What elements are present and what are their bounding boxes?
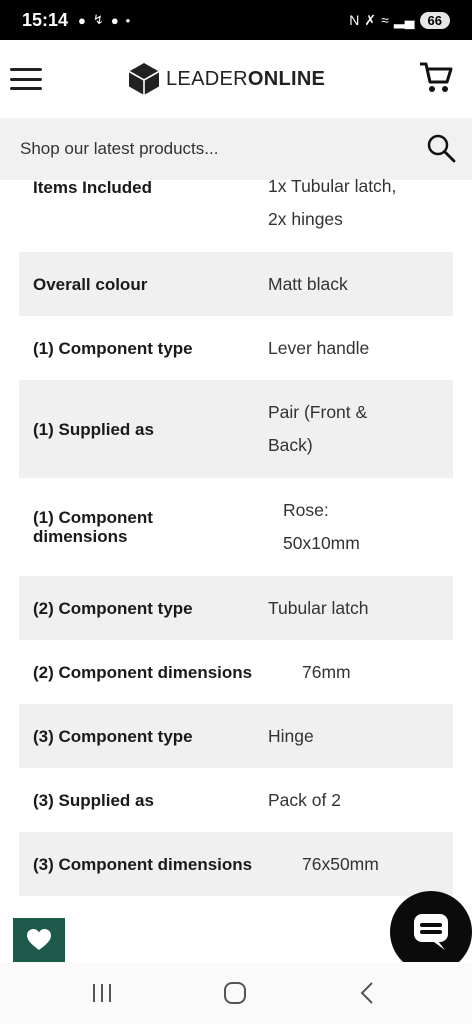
spec-value: Pair (Front & Back): [268, 396, 367, 462]
shopping-cart-icon[interactable]: [418, 60, 454, 96]
spec-row-items-included: Items Included 1x Tubular latch, 2x hing…: [19, 176, 453, 252]
status-time: 15:14: [22, 9, 69, 30]
spec-value-line: Pair (Front &: [268, 402, 368, 422]
site-header: LEADERONLINE: [0, 40, 472, 118]
search-bar: [0, 118, 472, 180]
chat-icon: [414, 914, 448, 950]
spec-value: 76mm: [302, 661, 351, 682]
more-dot-icon: •: [125, 12, 131, 28]
spec-value: 1x Tubular latch, 2x hinges: [268, 170, 396, 236]
system-navigation-bar: [0, 962, 472, 1024]
wishlist-button[interactable]: [13, 918, 65, 962]
spec-row-component-2-type: (2) Component type Tubular latch: [19, 576, 453, 640]
spec-row-component-1-dimensions: (1) Component dimensions Rose: 50x10mm: [19, 478, 453, 576]
spec-label: (1) Component dimensions: [19, 508, 283, 546]
spec-row-component-1-type: (1) Component type Lever handle: [19, 316, 453, 380]
search-input[interactable]: [20, 139, 400, 159]
spec-label: (2) Component type: [33, 598, 193, 618]
spec-value: Tubular latch: [268, 597, 369, 618]
search-icon[interactable]: [426, 133, 456, 163]
spec-row-overall-colour: Overall colour Matt black: [19, 252, 453, 316]
recent-apps-icon[interactable]: [84, 978, 120, 1008]
app-notification-icon: ●: [110, 12, 119, 28]
spec-label: (3) Supplied as: [33, 790, 154, 810]
hamburger-menu-icon[interactable]: [10, 68, 42, 90]
spec-label: (1) Component type: [33, 338, 193, 358]
spec-value: Lever handle: [268, 337, 370, 358]
spec-label: (2) Component dimensions: [33, 662, 253, 682]
battery-indicator: 66: [419, 11, 450, 29]
notification-icons: ● ↯ ● •: [78, 12, 130, 28]
nfc-icon: N: [349, 12, 360, 28]
specifications-table: Items Included 1x Tubular latch, 2x hing…: [19, 176, 453, 896]
spec-value-line: Back): [268, 435, 313, 455]
spec-value: Pack of 2: [268, 789, 341, 810]
spec-value: Matt black: [268, 273, 348, 294]
spec-row-component-1-supplied: (1) Supplied as Pair (Front & Back): [19, 380, 453, 478]
back-icon[interactable]: [350, 978, 386, 1008]
spec-row-component-3-dimensions: (3) Component dimensions 76x50mm: [19, 832, 453, 896]
signal-icon: ▂▄: [393, 11, 415, 28]
chat-button[interactable]: [390, 891, 472, 973]
logo-mark-icon: [128, 63, 160, 95]
heart-icon: [27, 929, 51, 950]
mute-icon: ✗: [364, 11, 377, 28]
logo-text-online: ONLINE: [247, 67, 326, 90]
spec-value-line: Rose:: [283, 500, 329, 520]
status-bar: 15:14 ● ↯ ● • N ✗ ≈ ▂▄ 66: [0, 0, 472, 40]
wifi-icon: ≈: [381, 12, 389, 28]
spec-label-line: (1) Component: [33, 508, 153, 527]
spec-label: (3) Component type: [33, 726, 193, 746]
spec-value-line: 50x10mm: [283, 533, 360, 553]
spec-value: Hinge: [268, 725, 314, 746]
home-icon[interactable]: [217, 978, 253, 1008]
logo-text: LEADERONLINE: [166, 68, 325, 91]
spec-label: (3) Component dimensions: [33, 854, 253, 874]
site-logo[interactable]: LEADERONLINE: [128, 62, 325, 96]
spec-label-line: dimensions: [33, 527, 128, 546]
status-right: N ✗ ≈ ▂▄ 66: [349, 11, 450, 29]
chat-bubble-icon: ●: [78, 12, 86, 28]
spec-value-line: 1x Tubular latch,: [268, 176, 397, 196]
spec-row-component-2-dimensions: (2) Component dimensions 76mm: [19, 640, 453, 704]
spec-value-line: 2x hinges: [268, 209, 343, 229]
spec-label: Overall colour: [33, 274, 148, 294]
spec-row-component-3-supplied: (3) Supplied as Pack of 2: [19, 768, 453, 832]
logo-text-leader: LEADER: [166, 67, 248, 90]
missed-call-icon: ↯: [92, 12, 104, 27]
spec-value: 76x50mm: [302, 853, 379, 874]
spec-label: Items Included: [33, 178, 153, 197]
spec-label: (1) Supplied as: [33, 419, 154, 439]
spec-value: Rose: 50x10mm: [283, 494, 360, 560]
spec-row-component-3-type: (3) Component type Hinge: [19, 704, 453, 768]
